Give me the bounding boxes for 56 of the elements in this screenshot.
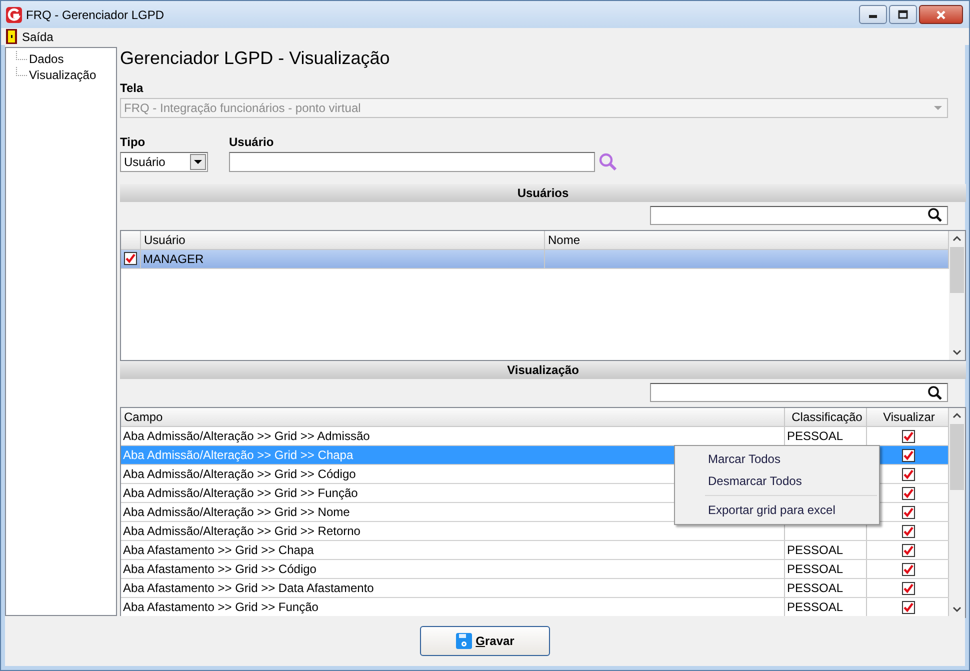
search-icon [927, 384, 943, 400]
app-logo-icon [6, 6, 22, 22]
user-field[interactable] [229, 152, 595, 172]
dropdown-button[interactable] [190, 154, 206, 170]
column-header[interactable]: Campo [121, 408, 785, 426]
checkbox[interactable] [124, 252, 137, 266]
search-field[interactable] [650, 206, 948, 225]
table-cell: PESSOAL [785, 560, 867, 578]
column-header[interactable]: Classificação [785, 408, 867, 426]
table-cell: Aba Afastamento >> Grid >> Chapa [121, 541, 785, 559]
field-label: Tipo [120, 134, 146, 149]
column-header[interactable]: Usuário [141, 230, 545, 249]
maximize-icon [898, 10, 908, 20]
checkbox[interactable] [902, 448, 915, 462]
checkbox[interactable] [902, 430, 915, 442]
checkbox[interactable] [902, 600, 915, 614]
scrollbar[interactable] [949, 230, 965, 360]
table-cell: MANAGER [141, 250, 545, 268]
table-row[interactable]: Aba Afastamento >> Grid >> Código PESSOAL [121, 560, 949, 579]
dropdown-icon [194, 160, 202, 164]
checkbox[interactable] [902, 506, 915, 518]
window-title: FRQ - Gerenciador LGPD [26, 8, 164, 22]
search-icon [927, 207, 943, 224]
checkbox[interactable] [902, 486, 915, 500]
page-heading: Gerenciador LGPD - Visualização [120, 47, 390, 69]
door-icon [6, 29, 17, 44]
checkbox[interactable] [902, 582, 915, 594]
table-row[interactable]: Aba Afastamento >> Grid >> Data Afastamento PESSOAL [121, 579, 949, 598]
close-icon [936, 10, 946, 20]
close-button[interactable] [919, 5, 963, 24]
menu-item[interactable]: Saída [22, 30, 54, 44]
minimize-icon [869, 15, 877, 18]
tree-item[interactable]: Visualização [29, 68, 96, 82]
table-row[interactable]: Aba Afastamento >> Grid >> Chapa PESSOAL [121, 541, 949, 560]
type-dropdown[interactable]: Usuário [120, 152, 208, 172]
checkbox[interactable] [902, 524, 915, 538]
checkbox[interactable] [902, 544, 915, 556]
section-header: Usuários [120, 184, 966, 202]
scrollbar[interactable] [949, 408, 965, 617]
field-label: Usuário [229, 134, 274, 149]
table-cell: Aba Afastamento >> Grid >> Data Afastamento [121, 579, 785, 597]
table-cell: PESSOAL [785, 541, 867, 559]
table-cell: PESSOAL [785, 579, 867, 597]
checkbox[interactable] [902, 468, 915, 480]
field-label: Tela [120, 81, 144, 95]
checkbox[interactable] [902, 562, 915, 576]
minimize-button[interactable] [859, 5, 887, 24]
maximize-button[interactable] [889, 5, 917, 24]
search-field[interactable] [650, 383, 948, 402]
section-header: Visualização [120, 361, 966, 379]
dropdown-icon [934, 106, 942, 110]
save-button[interactable]: Gravar [420, 626, 550, 656]
search-icon [598, 152, 618, 172]
table-row[interactable]: MANAGER [121, 250, 949, 269]
table-cell: Aba Afastamento >> Grid >> Código [121, 560, 785, 578]
tree-item[interactable]: Dados [29, 52, 64, 66]
